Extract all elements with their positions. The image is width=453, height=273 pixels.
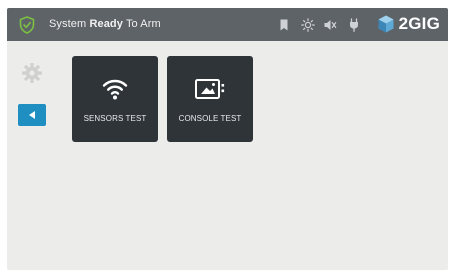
sensors-test-button[interactable]: SENSORS TEST — [72, 56, 158, 142]
wifi-icon — [102, 79, 128, 100]
status-suffix: To Arm — [125, 18, 161, 30]
bookmark-icon[interactable] — [277, 18, 291, 32]
back-arrow-icon — [29, 111, 35, 119]
shield-check-icon — [19, 16, 35, 34]
power-plug-icon[interactable] — [347, 18, 361, 32]
touchscreen: System Ready To Arm 2GIG SENSORS TEST CO… — [7, 8, 448, 270]
brand-logo: 2GIG — [376, 14, 440, 34]
sensors-test-label: SENSORS TEST — [83, 114, 147, 123]
console-panel-icon — [195, 79, 225, 99]
brightness-icon[interactable] — [301, 18, 315, 32]
brand-name: 2GIG — [398, 14, 440, 33]
2gig-logo-icon — [378, 15, 394, 33]
gear-icon[interactable] — [21, 62, 43, 84]
status-bar: System Ready To Arm 2GIG — [7, 8, 448, 41]
mute-icon[interactable] — [323, 18, 337, 32]
back-button[interactable] — [18, 104, 46, 126]
console-test-label: CONSOLE TEST — [178, 114, 242, 123]
system-status-text: System Ready To Arm — [49, 18, 161, 30]
console-test-button[interactable]: CONSOLE TEST — [167, 56, 253, 142]
status-state: Ready — [89, 18, 123, 30]
status-prefix: System — [49, 18, 87, 30]
